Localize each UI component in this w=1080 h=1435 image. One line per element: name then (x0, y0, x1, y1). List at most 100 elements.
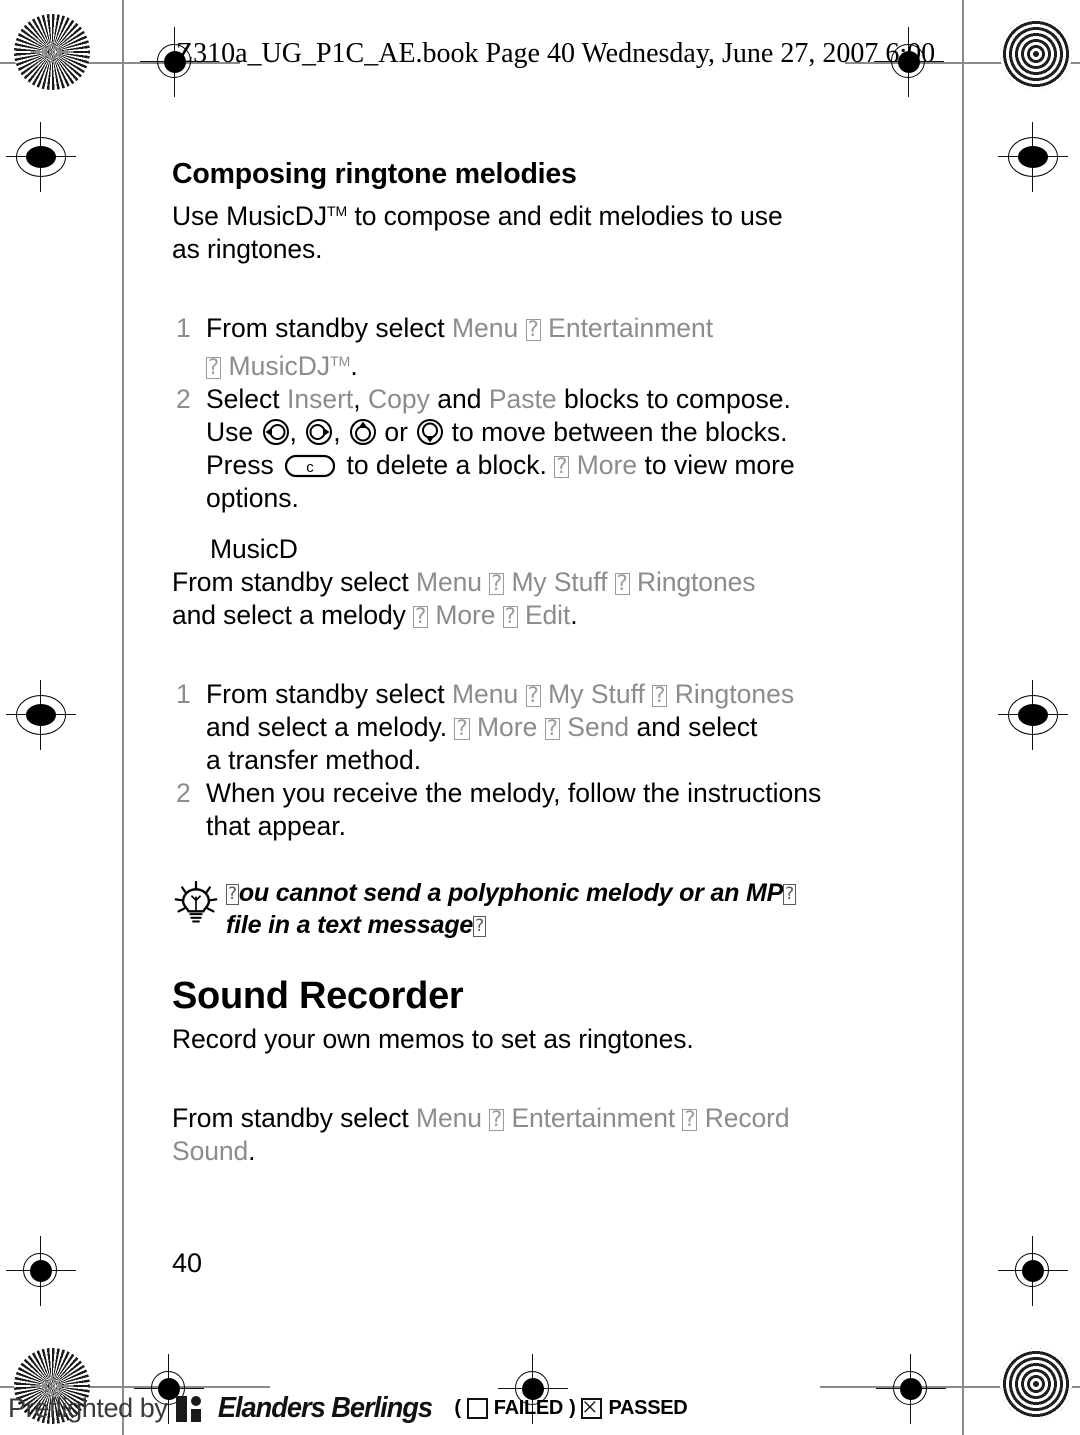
instruction-pre: From standby select (172, 1103, 416, 1133)
svg-text:c: c (306, 459, 314, 476)
step-text-viewmore: to view more (637, 450, 795, 480)
menu-ref-edit: Edit (524, 600, 571, 630)
elanders-logo-icon (174, 1394, 208, 1424)
paren-open: ( (454, 1397, 461, 1419)
step-text-or: or (376, 417, 416, 447)
registration-mark-left-lower (6, 680, 76, 750)
registration-mark-bottom-left (6, 1236, 76, 1306)
menu-ref-record: Record (704, 1103, 790, 1133)
stray-heading-musicd: MusicD (210, 534, 298, 564)
instruction-period: . (570, 600, 578, 630)
menu-ref-menu: Menu (415, 567, 482, 597)
step-text: Select Insert, Copy and Paste blocks to … (206, 384, 795, 513)
step-item: 2 Select Insert, Copy and Paste blocks t… (172, 383, 912, 515)
failed-label: FAILED (493, 1397, 564, 1419)
menu-ref-entertainment: Entertainment (548, 313, 714, 343)
registration-mark-bottom-right (998, 1236, 1068, 1306)
circles-target-mark-top-right (1000, 18, 1072, 90)
instruction-pre: From standby select (172, 567, 416, 597)
checkbox-failed-unchecked-icon (466, 1398, 488, 1419)
book-header-line: Z310a_UG_P1C_AE.book Page 40 Wednesday, … (176, 38, 936, 69)
menu-separator-icon: ? (206, 355, 222, 379)
navigation-key-up-icon (349, 418, 376, 445)
passed-label: PASSED (608, 1397, 688, 1419)
circles-target-mark-bottom-right (1000, 1348, 1072, 1420)
page-number: 40 (172, 1248, 203, 1278)
menu-separator-icon: ? (614, 571, 630, 595)
menu-separator-icon: ? (525, 317, 541, 341)
step-text-pre: Select (206, 384, 288, 414)
step-text: When you receive the melody, follow the … (206, 777, 912, 843)
menu-ref-my-stuff: My Stuff (511, 567, 608, 597)
step-period: . (350, 351, 358, 381)
menu-separator-icon: ? (682, 1107, 698, 1131)
step-text-and-select: and select (629, 712, 758, 742)
preflight-status: ( FAILED ) PASSED (454, 1397, 688, 1420)
menu-separator-icon: ? (525, 683, 541, 707)
trademark-symbol: TM (330, 353, 351, 369)
lightbulb-icon (172, 877, 226, 931)
menu-ref-sound: Sound (172, 1136, 249, 1166)
menu-ref-more: More (576, 450, 638, 480)
intro-text-line2: as ringtones. (172, 234, 323, 264)
preflight-footer: Preflighted by Elanders Berlings ( FAILE… (8, 1392, 688, 1425)
registration-mark-left-upper (6, 122, 76, 192)
menu-separator-icon: ? (489, 1107, 505, 1131)
step-number: 1 (176, 313, 191, 343)
missing-glyph-box-icon: ? (783, 884, 796, 905)
menu-ref-more: More (476, 712, 538, 742)
intro-text-pre: Use MusicDJ (172, 201, 327, 231)
menu-ref-entertainment: Entertainment (511, 1103, 676, 1133)
step-text-delete: to delete a block. (339, 450, 555, 480)
instruction-select-melody: and select a melody (172, 600, 414, 630)
step-number: 2 (176, 384, 191, 414)
preflight-label: Preflighted by (8, 1393, 168, 1423)
step-text: From standby select Menu ? Entertainment… (206, 312, 912, 383)
trim-line-right-vertical (962, 0, 964, 1435)
tip-block: ?ou cannot send a polyphonic melody or a… (172, 877, 912, 941)
menu-ref-copy: Copy (368, 384, 430, 414)
menu-separator-icon: ? (502, 604, 518, 628)
section-heading-sound-recorder: Sound Recorder (172, 975, 464, 1017)
missing-glyph-box-icon: ? (226, 884, 239, 905)
menu-separator-icon: ? (454, 716, 470, 740)
section-instruction-record-sound: From standby select Menu ? Entertainment… (172, 1102, 912, 1168)
menu-ref-insert: Insert (287, 384, 354, 414)
registration-mark-footer-right (876, 1354, 946, 1424)
step-text-post: blocks to compose. (556, 384, 791, 414)
menu-separator-icon: ? (554, 454, 570, 478)
menu-ref-menu: Menu (415, 1103, 482, 1133)
menu-ref-musicdj: MusicDJTM (229, 351, 351, 381)
step-text-receive: When you receive the melody, follow the … (206, 778, 822, 808)
step-text-appear: that appear. (206, 811, 346, 841)
step-text-pre: From standby select (206, 313, 452, 343)
checkbox-passed-checked-icon (581, 1398, 603, 1419)
step-text-and: and (429, 384, 489, 414)
step-number: 2 (176, 778, 191, 808)
menu-separator-icon: ? (413, 604, 429, 628)
clear-key-icon: c (284, 452, 336, 480)
instruction-period: . (248, 1136, 256, 1166)
menu-ref-paste: Paste (488, 384, 557, 414)
menu-ref-my-stuff: My Stuff (548, 679, 645, 709)
star-target-mark-top-left (14, 14, 90, 90)
tip-text: ?ou cannot send a polyphonic melody or a… (226, 877, 796, 941)
step-text-use: Use (206, 417, 261, 447)
registration-mark-right-lower (998, 680, 1068, 750)
step-text-press: Press (206, 450, 282, 480)
menu-ref-ringtones: Ringtones (674, 679, 795, 709)
step-text-pre: From standby select (206, 679, 452, 709)
step-item: 2 When you receive the melody, follow th… (172, 777, 912, 843)
navigation-key-left-icon (262, 418, 289, 445)
step-text-transfer: a transfer method. (206, 745, 422, 775)
section-intro-sound-recorder: Record your own memos to set as ringtone… (172, 1024, 694, 1054)
step-number: 1 (176, 679, 191, 709)
intro-text-post: to compose and edit melodies to use (347, 201, 783, 231)
registration-mark-right-upper (998, 122, 1068, 192)
step-item: 1 From standby select Menu ? My Stuff ? … (172, 678, 912, 777)
menu-separator-icon: ? (544, 716, 560, 740)
menu-separator-icon: ? (652, 683, 668, 707)
menu-separator-icon: ? (489, 571, 505, 595)
step-text-options: options. (206, 483, 299, 513)
missing-glyph-box-icon: ? (473, 916, 486, 937)
